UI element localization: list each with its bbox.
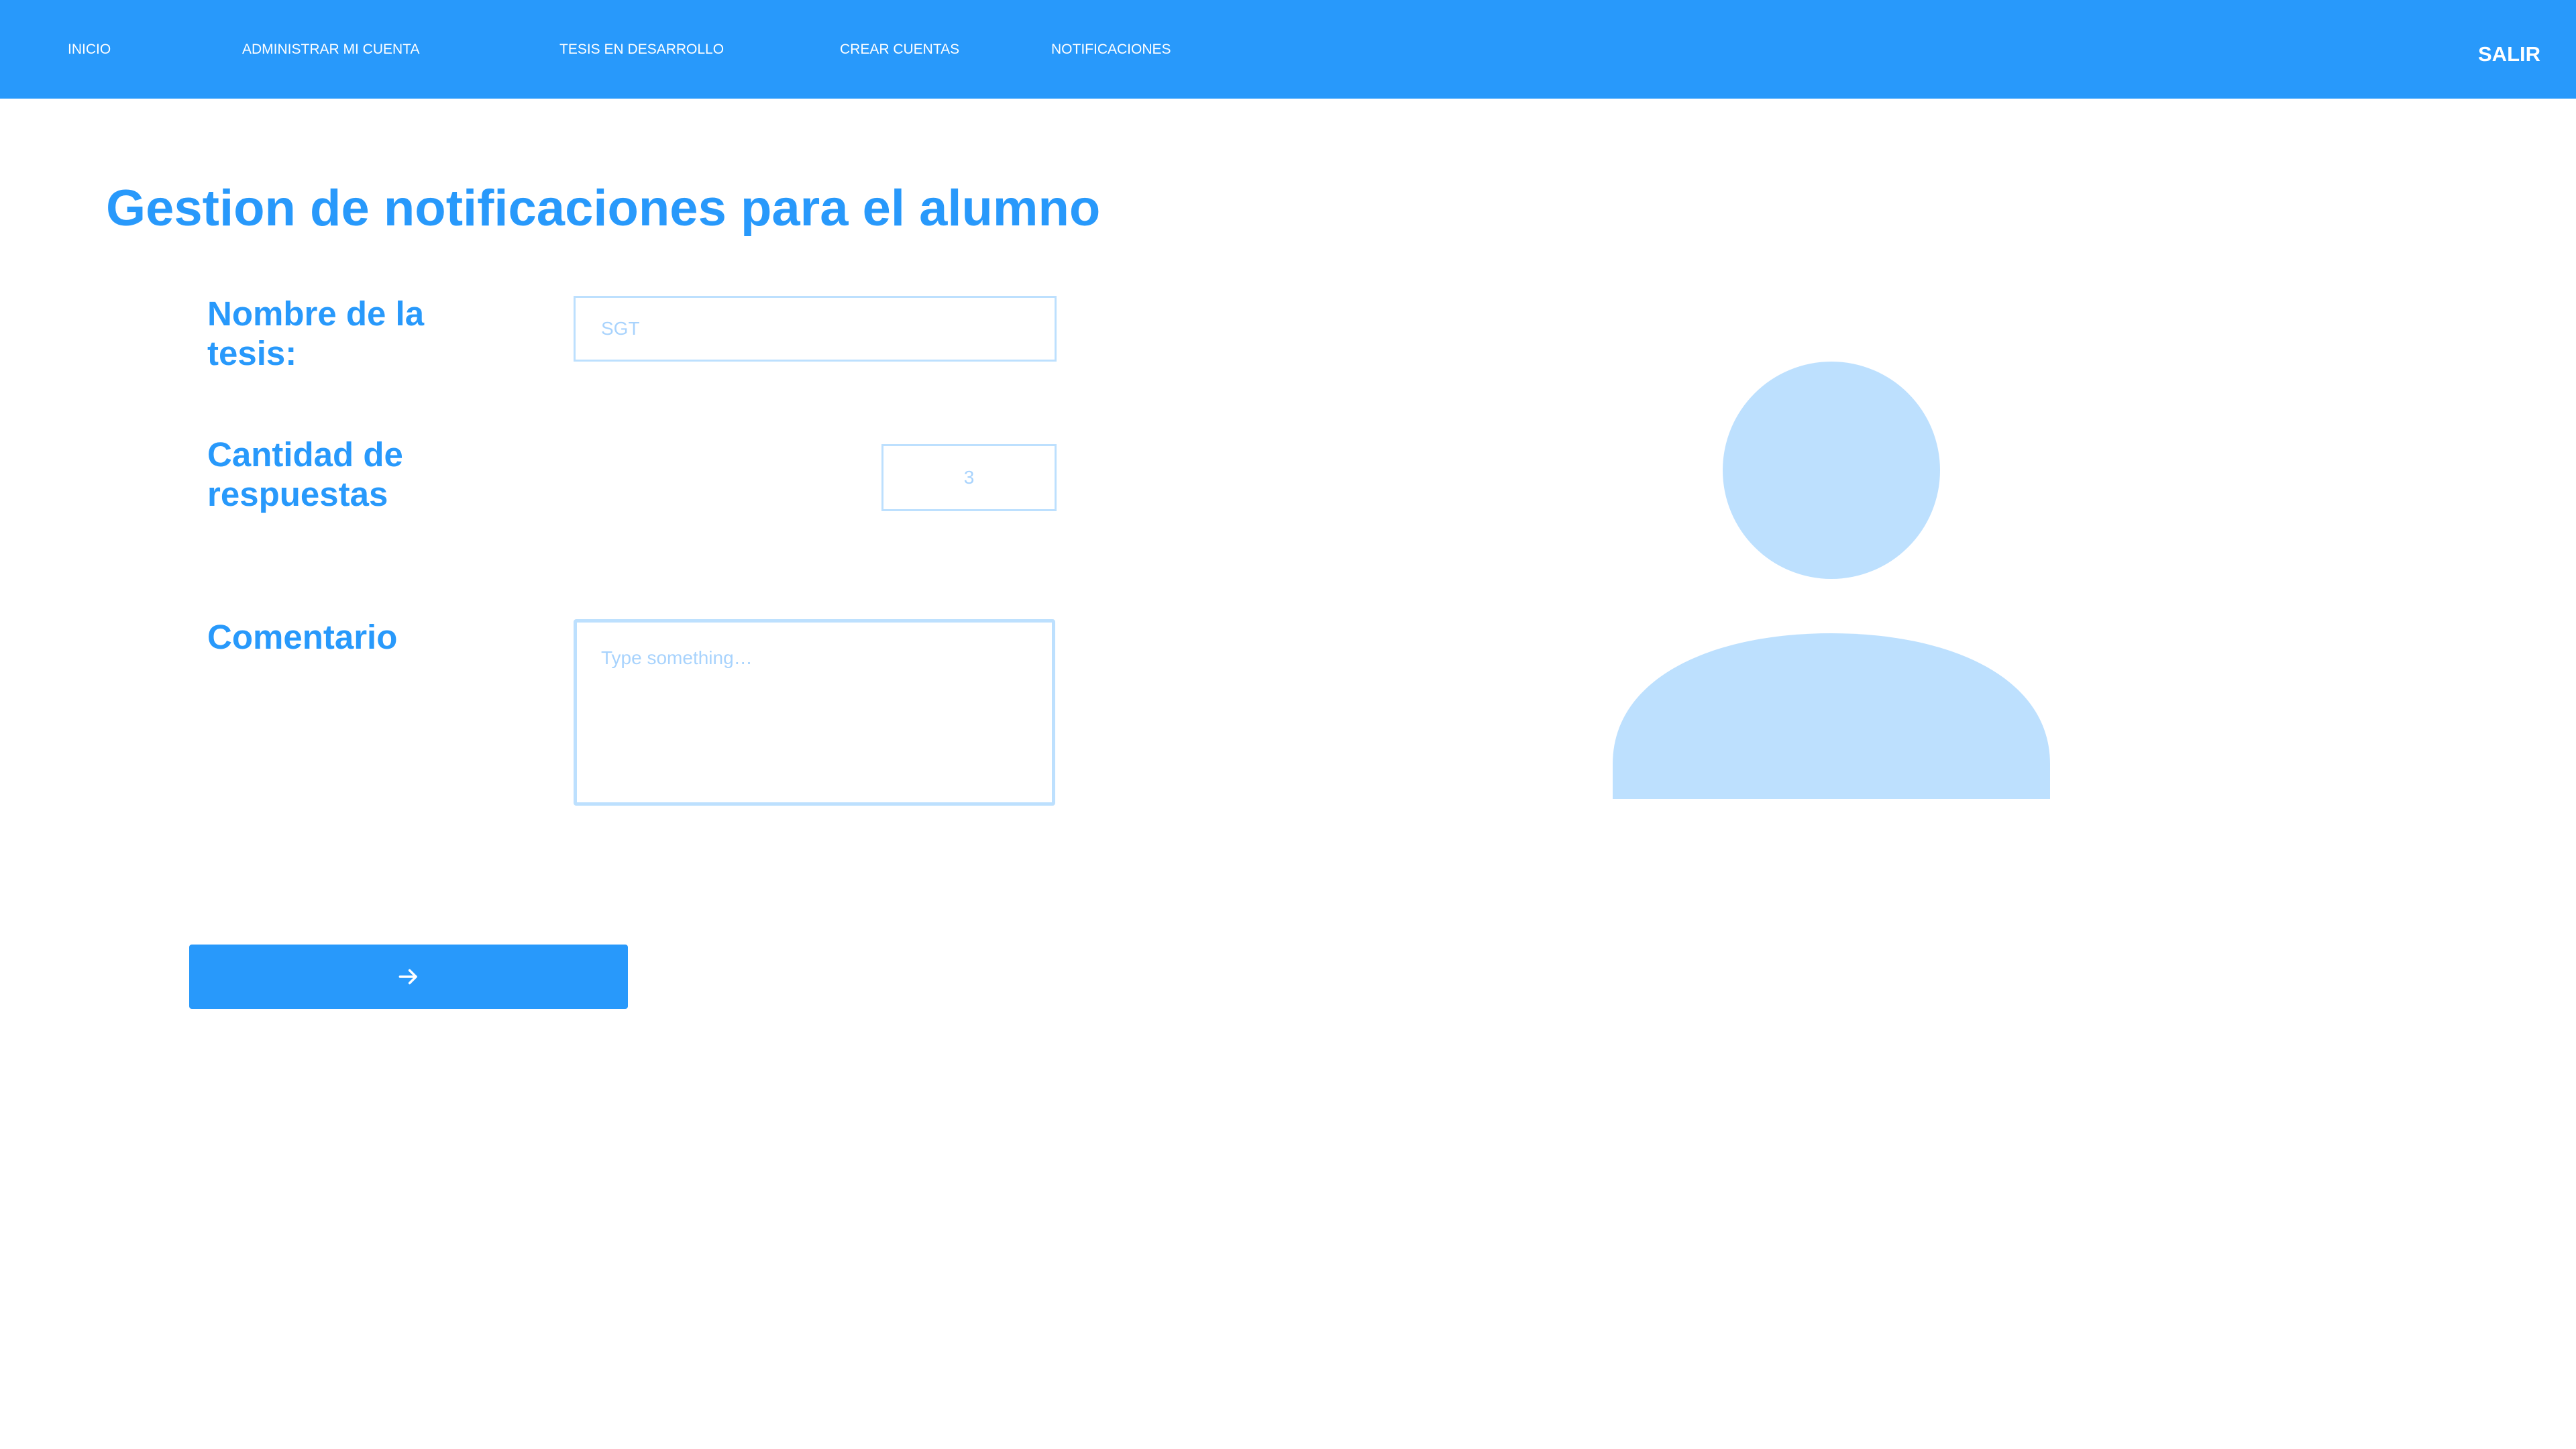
submit-button[interactable] xyxy=(189,945,628,1009)
comment-label: Comentario xyxy=(207,618,398,656)
user-avatar-icon xyxy=(1613,362,2050,799)
tesis-name-label: Nombre de la tesis: xyxy=(207,294,425,372)
nav-tesis-en-desarrollo[interactable]: TESIS EN DESARROLLO xyxy=(559,42,724,58)
comment-textarea[interactable] xyxy=(574,619,1055,806)
response-count-label: Cantidad de respuestas xyxy=(207,435,403,513)
nav-notificaciones[interactable]: NOTIFICACIONES xyxy=(1051,42,1171,58)
arrow-right-icon xyxy=(398,969,417,985)
top-navigation-bar: INICIO ADMINISTRAR MI CUENTA TESIS EN DE… xyxy=(0,0,2576,99)
tesis-name-input[interactable] xyxy=(574,296,1057,362)
response-count-input[interactable] xyxy=(881,444,1057,511)
nav-administrar-mi-cuenta[interactable]: ADMINISTRAR MI CUENTA xyxy=(242,42,419,58)
logout-button[interactable]: SALIR xyxy=(2478,43,2540,66)
nav-inicio[interactable]: INICIO xyxy=(68,42,111,58)
nav-crear-cuentas[interactable]: CREAR CUENTAS xyxy=(840,42,959,58)
page-title: Gestion de notificaciones para el alumno xyxy=(106,180,1101,237)
